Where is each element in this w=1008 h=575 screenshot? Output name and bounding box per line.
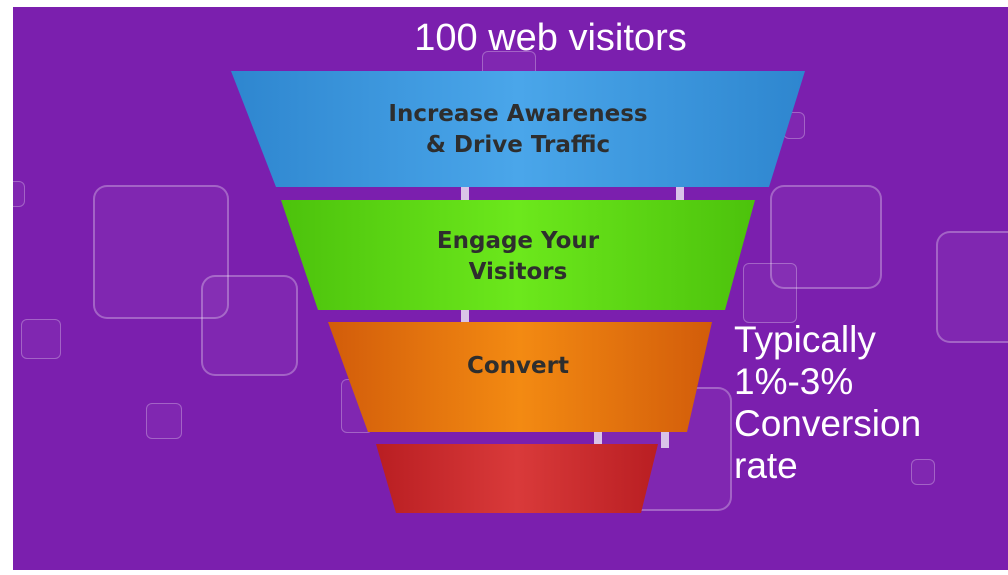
conversion-note-line: Conversion: [734, 403, 922, 444]
conversion-note-line: rate: [734, 445, 798, 486]
funnel-stage-2-label: Engage Your Visitors: [436, 228, 600, 285]
conversion-note-line: 1%-3%: [734, 361, 854, 402]
funnel-stage-1-label: Increase Awareness & Drive Traffic: [388, 101, 648, 158]
funnel-stage-4: [376, 444, 658, 513]
slide-background: Increase Awareness & Drive Traffic Engag…: [13, 7, 1008, 570]
funnel-stage-3-label: Convert: [467, 353, 569, 379]
funnel-connector: [461, 310, 469, 324]
conversion-note: Typically 1%-3% Conversion rate: [734, 319, 921, 487]
conversion-note-line: Typically: [734, 319, 876, 360]
slide-title: 100 web visitors: [414, 17, 687, 59]
funnel-connector: [661, 432, 669, 448]
